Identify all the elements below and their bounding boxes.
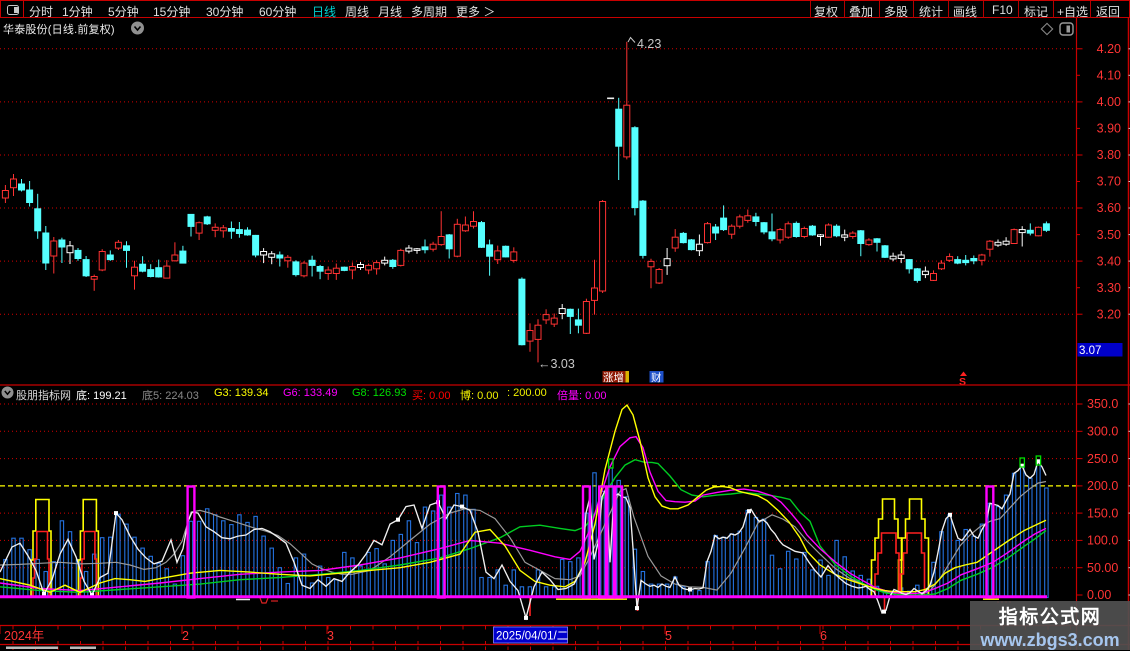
svg-text:300.0: 300.0: [1087, 425, 1118, 439]
svg-text:4.23: 4.23: [637, 37, 661, 51]
svg-text:4.10: 4.10: [1097, 69, 1121, 83]
svg-text:3: 3: [327, 629, 334, 643]
svg-text:150.0: 150.0: [1087, 506, 1118, 520]
svg-text:200.0: 200.0: [1087, 479, 1118, 493]
svg-text:3.90: 3.90: [1097, 122, 1121, 136]
svg-text:3.07: 3.07: [1079, 345, 1101, 357]
svg-text:3.20: 3.20: [1097, 307, 1121, 321]
svg-text:4.00: 4.00: [1097, 95, 1121, 109]
svg-text:3.60: 3.60: [1097, 201, 1121, 215]
svg-text:2025/04/01/二: 2025/04/01/二: [496, 631, 568, 643]
svg-text:100.0: 100.0: [1087, 534, 1118, 548]
svg-text:5: 5: [665, 629, 672, 643]
svg-text:3.40: 3.40: [1097, 254, 1121, 268]
svg-text:涨增: 涨增: [603, 371, 624, 384]
svg-text:250.0: 250.0: [1087, 452, 1118, 466]
svg-text:财: 财: [651, 371, 662, 384]
svg-text:350.0: 350.0: [1087, 397, 1118, 411]
svg-text:2024年: 2024年: [4, 629, 44, 643]
svg-text:3.50: 3.50: [1097, 228, 1121, 242]
svg-text:6: 6: [820, 629, 827, 643]
svg-text:50.00: 50.00: [1087, 561, 1118, 575]
svg-text:3.80: 3.80: [1097, 148, 1121, 162]
svg-text:←3.03: ←3.03: [538, 357, 575, 371]
svg-text:4.20: 4.20: [1097, 42, 1121, 56]
svg-text:2: 2: [182, 629, 189, 643]
svg-text:3.30: 3.30: [1097, 281, 1121, 295]
svg-text:3.70: 3.70: [1097, 175, 1121, 189]
